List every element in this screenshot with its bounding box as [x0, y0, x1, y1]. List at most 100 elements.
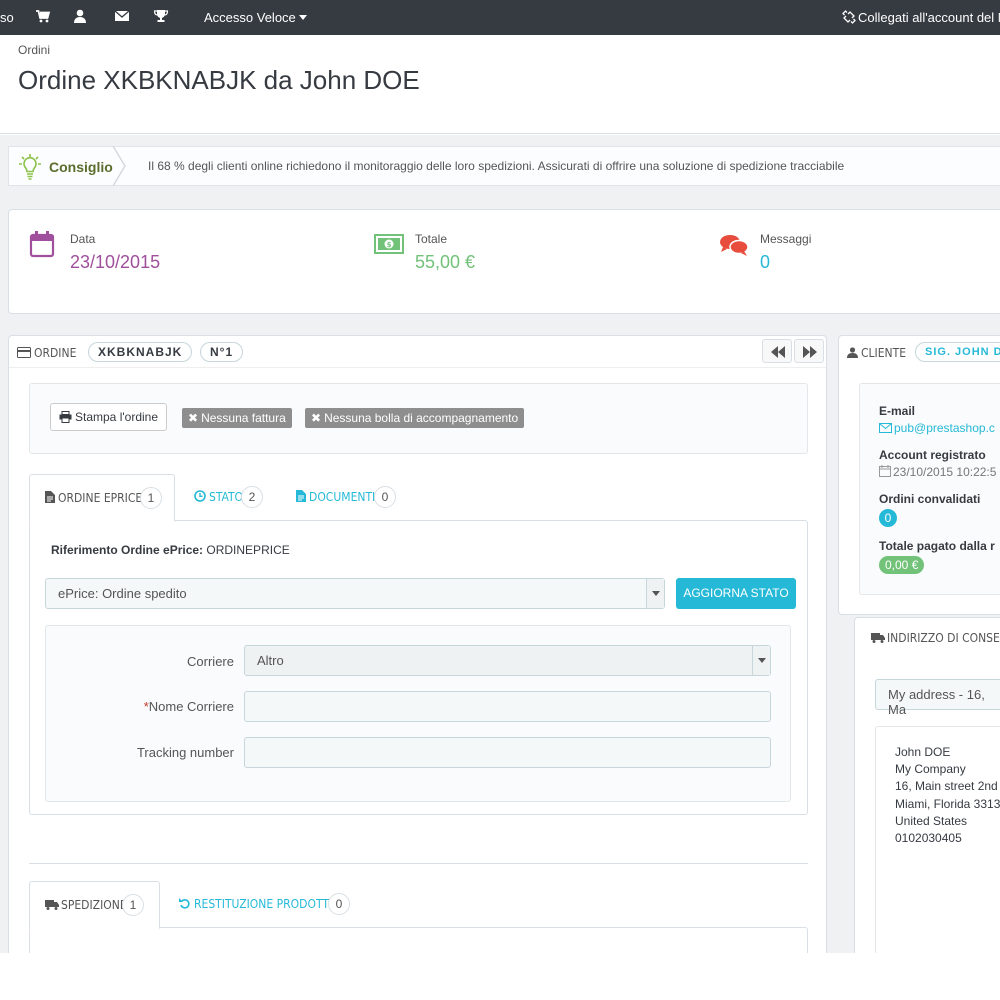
no-delivery-slip-text: Nessuna bolla di accompagnamento — [324, 411, 519, 425]
print-order-button[interactable]: Stampa l'ordine — [50, 403, 168, 431]
eprice-tab-panel: Riferimento Ordine ePrice: ORDINEPRICE e… — [29, 520, 808, 815]
tab-ordine-eprice-count: 1 — [140, 487, 162, 509]
update-status-button[interactable]: AGGIORNA STATO — [676, 578, 796, 609]
calendar-icon — [879, 465, 891, 477]
validated-orders-badge: 0 — [879, 509, 897, 527]
carrier-name-label: *Nome Corriere — [76, 699, 234, 714]
order-panel: ORDINE XKBKNABJK N°1 Stampa l'ordine ✖ Ne… — [8, 335, 827, 967]
tip-arrow — [113, 146, 126, 186]
chevron-down-icon — [752, 646, 770, 675]
tip-banner: Consiglio Il 68 % degli clienti online r… — [8, 146, 1000, 186]
order-panel-title: ORDINE — [17, 346, 76, 360]
top-navbar: so Accesso Veloce Collegati all'account … — [0, 0, 1000, 35]
carrier-label: Corriere — [187, 654, 234, 669]
clock-icon — [194, 490, 206, 502]
total-paid-badge: 0,00 € — [879, 556, 925, 574]
customer-title-text: CLIENTE — [861, 346, 907, 360]
no-delivery-slip-tag: ✖ Nessuna bolla di accompagnamento — [305, 408, 525, 428]
remove-icon: ✖ — [188, 411, 199, 425]
page-title: Ordine XKBKNABJK da John DOE — [18, 65, 420, 95]
tab-spedizione-text: SPEDIZIONE — [61, 898, 127, 912]
quick-access-menu[interactable]: Accesso Veloce — [204, 10, 307, 25]
user-icon[interactable] — [72, 8, 88, 24]
validated-orders-label: Ordini convalidati — [879, 492, 981, 506]
carrier-name-input[interactable] — [244, 691, 771, 722]
eprice-reference-row: Riferimento Ordine ePrice: ORDINEPRICE — [51, 543, 290, 557]
previous-order-button[interactable] — [762, 339, 792, 363]
tip-text: Il 68 % degli clienti online richiedono … — [148, 159, 845, 173]
kpi-messages-label: Messaggi — [760, 232, 812, 246]
print-order-label: Stampa l'ordine — [75, 410, 159, 424]
kpi-row: Data 23/10/2015 $ Totale 55,00 € Messagg… — [8, 209, 1000, 314]
customer-email-link[interactable]: pub@prestashop.c — [879, 421, 995, 435]
connect-account-label: Collegati all'account del M — [858, 10, 1000, 25]
tab-spedizione-count: 1 — [122, 894, 144, 916]
registered-value: 23/10/2015 10:22:5 — [893, 465, 997, 479]
forward-icon — [803, 346, 817, 358]
backward-icon — [771, 346, 785, 358]
credit-card-icon — [17, 347, 31, 358]
eprice-reference-value: ORDINEPRICE — [206, 543, 290, 557]
kpi-date-label: Data — [70, 232, 96, 246]
chevron-down-icon — [646, 579, 664, 608]
truck-icon — [45, 900, 59, 910]
bottom-blank-area — [0, 953, 1000, 1000]
connect-account-link[interactable]: Collegati all'account del M — [842, 10, 1000, 25]
cart-icon[interactable] — [35, 8, 51, 24]
address-line: John DOE — [895, 745, 951, 759]
eprice-status-select[interactable]: ePrice: Ordine spedito — [45, 578, 665, 609]
tab-documenti-label: DOCUMENTI — [296, 490, 375, 504]
topbar-left-fragment[interactable]: so — [0, 10, 14, 25]
tip-label: Consiglio — [49, 159, 113, 175]
undo-icon — [179, 898, 190, 909]
next-order-button[interactable] — [794, 339, 824, 363]
carrier-select[interactable]: Altro — [244, 645, 771, 676]
registered-label: Account registrato — [879, 448, 986, 462]
kpi-total-value: 55,00 € — [415, 252, 476, 272]
unlink-icon — [842, 10, 856, 24]
quick-access-label: Accesso Veloce — [204, 10, 296, 25]
customer-panel-title: CLIENTE — [847, 346, 906, 360]
order-panel-header: ORDINE XKBKNABJK N°1 — [9, 336, 826, 368]
tab-spedizione-label: SPEDIZIONE — [45, 898, 127, 912]
carrier-form: Corriere Altro *Nome Corriere Tracking n… — [45, 625, 791, 802]
envelope-icon[interactable] — [114, 8, 130, 24]
tab-restituzione-text: RESTITUZIONE PRODOTTO — [194, 897, 338, 911]
tab-documenti-text: DOCUMENTI — [309, 490, 376, 504]
tab-stato-label: STATO — [194, 490, 243, 504]
customer-name-pill[interactable]: SIG. JOHN DO — [915, 342, 1000, 362]
address-line: 0102030405 — [895, 831, 962, 845]
truck-icon — [871, 633, 885, 643]
address-select[interactable]: My address - 16, Ma — [875, 679, 1000, 717]
tab-documenti[interactable]: DOCUMENTI 0 — [289, 474, 399, 522]
address-line: Miami, Florida 3313 — [895, 797, 1000, 811]
email-label: E-mail — [879, 404, 916, 418]
svg-text:$: $ — [387, 241, 392, 249]
address-line: 16, Main street 2nd — [895, 779, 998, 793]
order-actions-box: Stampa l'ordine ✖ Nessuna fattura ✖ Nessun… — [29, 383, 808, 454]
caret-down-icon — [298, 15, 307, 20]
page-header: Ordini Ordine XKBKNABJK da John DOE — [0, 35, 1000, 134]
kpi-messages-value: 0 — [760, 252, 771, 272]
tab-stato[interactable]: STATO 2 — [187, 474, 277, 522]
tab-restituzione-prodotto[interactable]: RESTITUZIONE PRODOTTO 0 — [172, 881, 352, 929]
kpi-total-label: Totale — [415, 232, 448, 246]
trophy-icon[interactable] — [153, 8, 169, 24]
address-title-text: INDIRIZZO DI CONSEGN — [887, 631, 1000, 645]
customer-email-text: pub@prestashop.c — [894, 421, 995, 435]
address-line: My Company — [895, 762, 966, 776]
address-panel-header: INDIRIZZO DI CONSEGN — [855, 618, 1000, 658]
tracking-number-input[interactable] — [244, 737, 771, 768]
tab-ordine-eprice-text: ORDINE EPRICE — [58, 491, 143, 505]
breadcrumb[interactable]: Ordini — [18, 43, 50, 57]
tab-ordine-eprice-label: ORDINE EPRICE — [45, 491, 142, 505]
user-icon — [847, 347, 858, 358]
total-paid-label: Totale pagato dalla r — [879, 539, 995, 553]
tab-stato-count: 2 — [241, 486, 263, 508]
address-panel-title: INDIRIZZO DI CONSEGN — [871, 631, 1000, 645]
customer-panel-header: CLIENTE SIG. JOHN DO — [839, 336, 1000, 368]
tracking-number-label: Tracking number — [136, 745, 234, 760]
tab-spedizione[interactable]: SPEDIZIONE 1 — [29, 881, 160, 929]
tab-ordine-eprice[interactable]: ORDINE EPRICE 1 — [29, 474, 175, 522]
tab-stato-text: STATO — [209, 490, 244, 504]
